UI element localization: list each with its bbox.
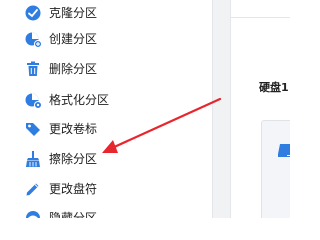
menu-item-clone-partition[interactable]: 克隆分区 <box>0 0 213 26</box>
menu-item-wipe-partition[interactable]: 擦除分区 <box>0 146 213 172</box>
label-tag-icon <box>24 120 42 138</box>
disk-title: 硬盘1 <box>259 81 289 94</box>
menu-item-delete-partition[interactable]: 删除分区 <box>0 56 213 82</box>
hide-partition-icon <box>24 209 42 218</box>
menu-item-format-partition[interactable]: 格式化分区 <box>0 87 213 113</box>
disk-drive-icon <box>276 141 290 159</box>
menu-item-label: 隐藏分区 <box>49 211 98 218</box>
panel-gutter <box>213 0 230 218</box>
create-partition-icon <box>24 30 42 48</box>
app-window: 克隆分区 创建分区 删除分区 格式化分区 更改卷标 擦除分区 更改盘符 隐藏分区… <box>0 0 290 218</box>
menu-item-hide-partition[interactable]: 隐藏分区 <box>0 205 213 218</box>
menu-item-label: 克隆分区 <box>49 6 98 20</box>
menu-item-label: 删除分区 <box>49 62 98 76</box>
menu-item-change-label[interactable]: 更改卷标 <box>0 116 213 142</box>
menu-item-change-drive-letter[interactable]: 更改盘符 <box>0 176 213 202</box>
delete-partition-icon <box>24 60 42 78</box>
clone-partition-icon <box>24 4 42 22</box>
menu-item-label: 创建分区 <box>49 32 98 46</box>
menu-item-label: 格式化分区 <box>49 93 110 107</box>
menu-item-label: 更改盘符 <box>49 182 98 196</box>
wipe-partition-icon <box>24 150 42 168</box>
content-header-strip <box>231 0 290 18</box>
partition-operations-menu: 克隆分区 创建分区 删除分区 格式化分区 更改卷标 擦除分区 更改盘符 隐藏分区 <box>0 0 213 218</box>
edit-pencil-icon <box>24 180 42 198</box>
format-partition-icon <box>24 91 42 109</box>
disk-content-panel: 硬盘1 <box>230 0 290 218</box>
menu-item-create-partition[interactable]: 创建分区 <box>0 26 213 52</box>
disk-card[interactable] <box>261 120 290 218</box>
menu-item-label: 更改卷标 <box>49 122 98 136</box>
menu-item-label: 擦除分区 <box>49 152 98 166</box>
